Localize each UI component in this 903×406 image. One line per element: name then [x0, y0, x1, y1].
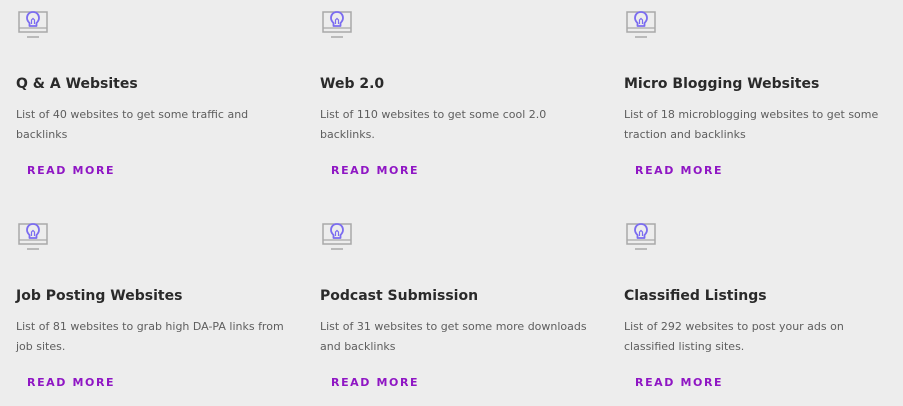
read-more-link[interactable]: READ MORE — [331, 376, 419, 389]
card-title: Web 2.0 — [320, 76, 385, 92]
lightbulb-monitor-icon — [626, 9, 658, 41]
lightbulb-monitor-icon — [626, 221, 658, 253]
lightbulb-monitor-icon — [322, 9, 354, 41]
card-description: List of 110 websites to get some cool 2.… — [320, 108, 547, 141]
card-description: List of 18 microblogging websites to get… — [624, 108, 879, 141]
card-title: Job Posting Websites — [16, 288, 183, 304]
card-title: Micro Blogging Websites — [624, 76, 820, 92]
read-more-link[interactable]: READ MORE — [27, 376, 115, 389]
read-more-link[interactable]: READ MORE — [635, 164, 723, 177]
lightbulb-monitor-icon — [18, 9, 50, 41]
lightbulb-monitor-icon — [18, 221, 50, 253]
card-grid: Q & A Websites List of 40 websites to ge… — [0, 0, 903, 406]
card-description: List of 81 websites to grab high DA-PA l… — [16, 320, 284, 353]
card-description: List of 40 websites to get some traffic … — [16, 108, 249, 141]
lightbulb-monitor-icon — [322, 221, 354, 253]
read-more-link[interactable]: READ MORE — [635, 376, 723, 389]
card-description: List of 292 websites to post your ads on… — [624, 320, 844, 353]
read-more-link[interactable]: READ MORE — [27, 164, 115, 177]
card-title: Q & A Websites — [16, 76, 138, 92]
card-description: List of 31 websites to get some more dow… — [320, 320, 587, 353]
read-more-link[interactable]: READ MORE — [331, 164, 419, 177]
card-title: Podcast Submission — [320, 288, 479, 304]
card-title: Classified Listings — [624, 288, 767, 304]
